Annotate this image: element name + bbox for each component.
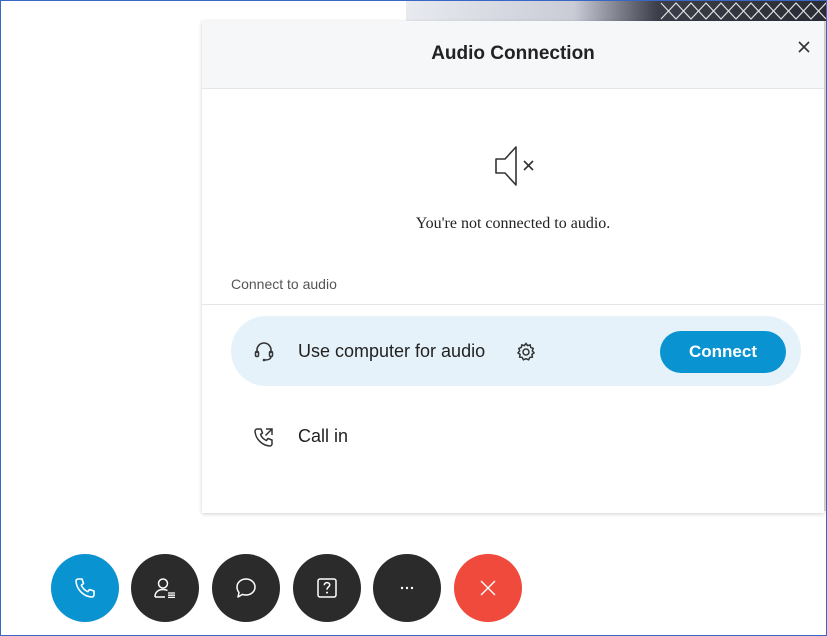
audio-connection-dialog: Audio Connection You're not connected to…	[202, 21, 824, 513]
option-call-in[interactable]: Call in	[231, 401, 801, 471]
option-label: Call in	[298, 426, 349, 446]
audio-button[interactable]	[51, 554, 119, 622]
close-icon	[480, 580, 496, 596]
participants-button[interactable]	[131, 554, 199, 622]
speaker-muted-icon	[495, 146, 534, 186]
option-label: Use computer for audio	[298, 341, 486, 361]
meeting-window: Audio Connection You're not connected to…	[0, 0, 827, 636]
option-computer-audio[interactable]: Use computer for audio Connect	[231, 316, 801, 386]
more-icon	[400, 586, 414, 590]
question-icon	[317, 578, 337, 598]
video-background-pattern	[660, 2, 826, 20]
phone-callout-icon	[254, 428, 273, 447]
gear-icon[interactable]	[515, 341, 537, 363]
phone-icon	[75, 578, 95, 598]
dialog-header: Audio Connection	[202, 21, 824, 89]
qa-button[interactable]	[293, 554, 361, 622]
audio-status-text: You're not connected to audio.	[415, 215, 611, 232]
divider	[202, 304, 824, 305]
leave-meeting-button[interactable]	[454, 554, 522, 622]
dialog-title: Audio Connection	[431, 43, 595, 64]
chat-icon	[236, 578, 256, 598]
headset-icon	[254, 342, 274, 362]
participants-icon	[154, 578, 175, 599]
section-label: Connect to audio	[231, 276, 337, 292]
close-icon[interactable]	[794, 37, 814, 57]
connect-button[interactable]: Connect	[660, 331, 786, 373]
chat-button[interactable]	[212, 554, 280, 622]
more-button[interactable]	[373, 554, 441, 622]
